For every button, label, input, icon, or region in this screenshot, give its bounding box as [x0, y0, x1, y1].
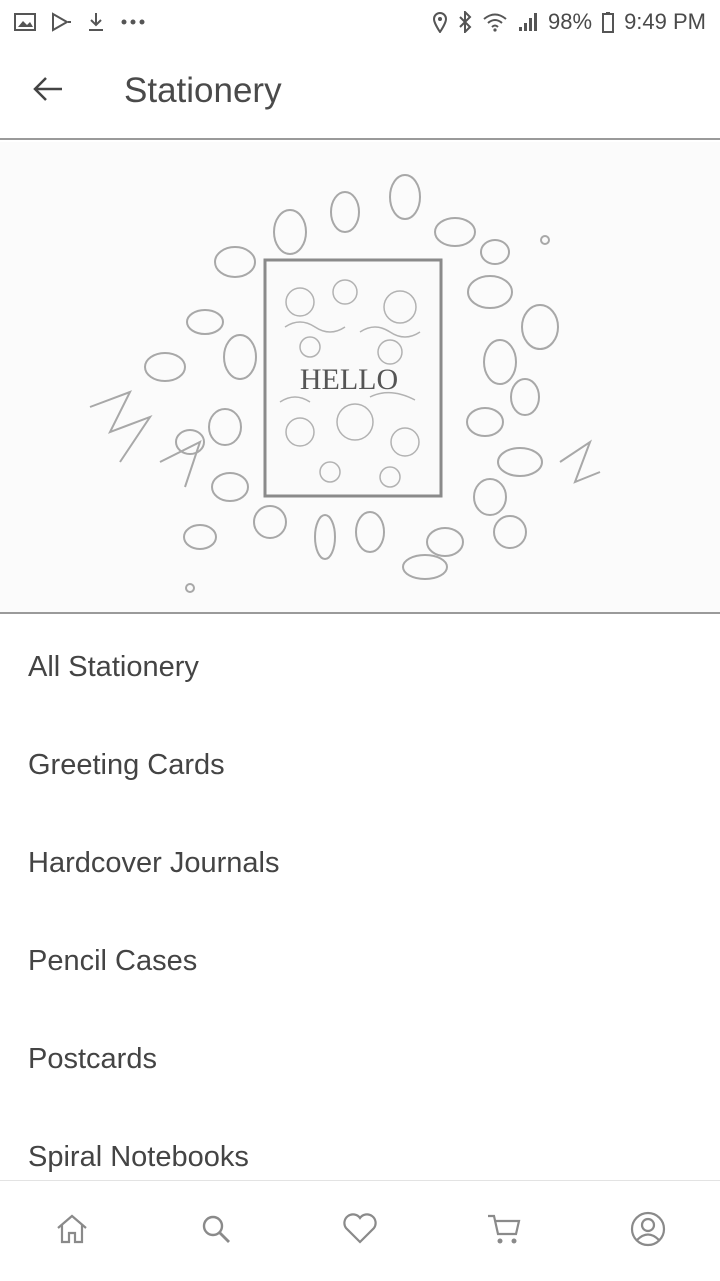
search-icon	[200, 1213, 232, 1250]
category-item-greeting-cards[interactable]: Greeting Cards	[0, 716, 720, 814]
status-bar: 98% 9:49 PM	[0, 0, 720, 44]
category-item-pencil-cases[interactable]: Pencil Cases	[0, 912, 720, 1010]
bottom-navigation	[0, 1180, 720, 1281]
hero-banner-image: HELLO	[0, 142, 720, 614]
category-label: Hardcover Journals	[28, 846, 280, 879]
nav-home[interactable]	[36, 1195, 108, 1267]
nav-account[interactable]	[612, 1195, 684, 1267]
battery-icon	[602, 11, 615, 33]
nav-search[interactable]	[180, 1195, 252, 1267]
category-list: All Stationery Greeting Cards Hardcover …	[0, 618, 720, 1206]
bluetooth-icon	[458, 11, 472, 33]
category-item-postcards[interactable]: Postcards	[0, 1010, 720, 1108]
status-left	[14, 11, 146, 33]
signal-icon	[518, 12, 538, 32]
category-label: All Stationery	[28, 650, 199, 683]
category-item-hardcover-journals[interactable]: Hardcover Journals	[0, 814, 720, 912]
category-label: Postcards	[28, 1042, 157, 1075]
card-hello-text: HELLO	[300, 363, 398, 396]
status-right: 98% 9:49 PM	[432, 9, 706, 35]
app-bar: Stationery	[0, 44, 720, 140]
cart-icon	[486, 1212, 522, 1251]
play-store-icon	[50, 12, 72, 32]
download-icon	[86, 11, 106, 33]
category-label: Pencil Cases	[28, 944, 198, 977]
account-icon	[630, 1211, 666, 1252]
nav-cart[interactable]	[468, 1195, 540, 1267]
heart-icon	[342, 1212, 378, 1250]
home-icon	[55, 1213, 89, 1250]
category-item-all-stationery[interactable]: All Stationery	[0, 618, 720, 716]
hero-illustration: HELLO	[89, 174, 601, 593]
hello-card: HELLO	[263, 258, 443, 498]
back-button[interactable]	[18, 61, 78, 121]
more-dots-icon	[120, 18, 146, 26]
category-label: Greeting Cards	[28, 748, 225, 781]
page-title: Stationery	[124, 71, 282, 110]
location-icon	[432, 11, 448, 33]
battery-percent: 98%	[548, 9, 593, 34]
arrow-left-icon	[32, 75, 64, 108]
clock: 9:49 PM	[624, 9, 706, 34]
wifi-icon	[482, 12, 508, 32]
gallery-icon	[14, 12, 36, 32]
category-label: Spiral Notebooks	[28, 1140, 249, 1173]
nav-favorites[interactable]	[324, 1195, 396, 1267]
